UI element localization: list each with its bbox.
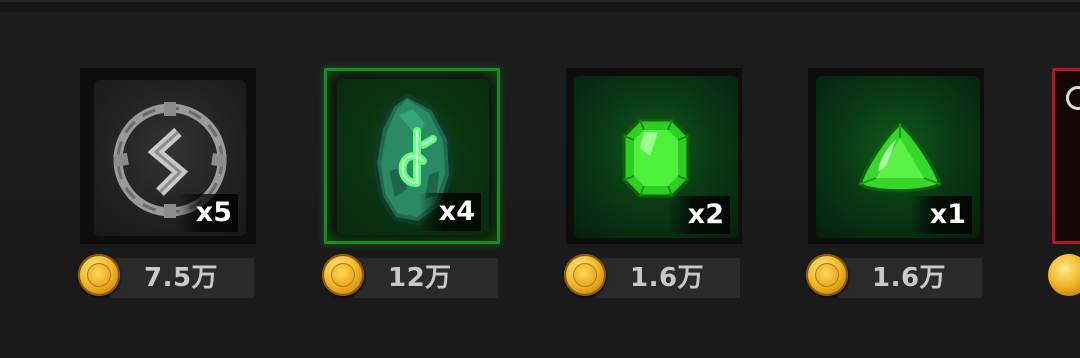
panel-top-edge (0, 2, 1080, 12)
shop-item-rune-fragment[interactable]: x4 12万 (322, 68, 504, 308)
gold-coin-icon (564, 254, 606, 296)
shop-item-emerald-gem[interactable]: x2 1.6万 (564, 68, 746, 308)
gold-coin-icon (1048, 254, 1080, 296)
gold-coin-icon (322, 254, 364, 296)
item-quantity: x1 (910, 196, 972, 234)
price-bar: 12万 (354, 258, 498, 298)
item-slot-background: x1 (816, 76, 980, 238)
item-slot[interactable]: x1 (808, 68, 984, 244)
item-slot-background: x4 (337, 79, 489, 235)
item-slot[interactable]: x2 (566, 68, 742, 244)
shop-panel: x5 7.5万 x4 12万 x2 1.6万 x1 1.6万 (0, 0, 1080, 358)
item-slot-selected[interactable]: x4 (324, 68, 500, 244)
item-price: 12万 (388, 263, 452, 293)
shop-item-rune-stone[interactable]: x5 7.5万 (78, 68, 260, 308)
item-slot-background: x5 (94, 80, 246, 236)
item-price: 1.6万 (872, 263, 947, 293)
shop-item-trillion-gem[interactable]: x1 1.6万 (806, 68, 988, 308)
item-quantity: x5 (176, 194, 238, 232)
item-quantity: x2 (668, 196, 730, 234)
item-price: 7.5万 (144, 263, 219, 293)
item-slot-background: x2 (574, 76, 738, 238)
price-bar: 1.6万 (596, 258, 740, 298)
gold-coin-icon (78, 254, 120, 296)
item-price: 1.6万 (630, 263, 705, 293)
gold-coin-icon (806, 254, 848, 296)
price-bar: 7.5万 (110, 258, 254, 298)
price-bar: 1.6万 (838, 258, 982, 298)
item-quantity: x4 (419, 193, 481, 231)
item-slot[interactable]: x5 (80, 68, 256, 244)
